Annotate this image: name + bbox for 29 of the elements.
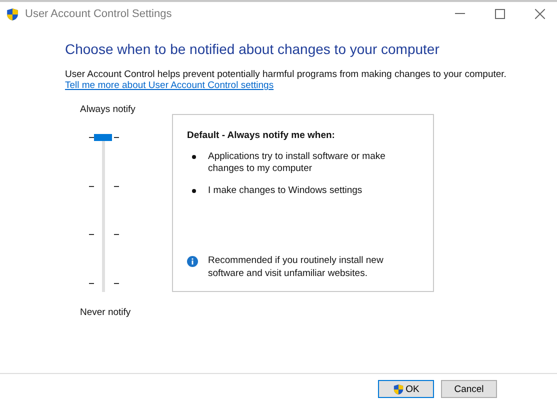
minimize-icon[interactable]	[455, 13, 465, 15]
bullet-text: Applications try to install software or make changes to my computer	[208, 151, 386, 175]
shield-icon	[6, 8, 19, 20]
bullet-dot	[192, 155, 196, 159]
ok-button[interactable]: OK	[378, 380, 434, 398]
bullet-text: I make changes to Windows settings	[208, 184, 362, 197]
page-heading: Choose when to be notified about changes to your computer	[65, 41, 440, 57]
tick-mark	[114, 186, 119, 187]
description-text: User Account Control helps prevent potentially harmful programs from making changes to your computer.	[65, 69, 508, 80]
maximize-icon[interactable]	[495, 9, 505, 19]
panel-title: Default - Always notify me when:	[187, 130, 336, 141]
tick-mark	[89, 186, 94, 187]
close-icon[interactable]	[535, 9, 545, 19]
tick-mark	[114, 234, 119, 235]
tick-mark	[89, 283, 94, 284]
slider-bottom-label: Never notify	[80, 307, 131, 318]
note-text: Recommended if you routinely install new software and visit unfamiliar websites.	[208, 255, 384, 281]
bullet-dot	[192, 188, 196, 193]
slider-top-label: Always notify	[80, 104, 136, 115]
tick-mark	[89, 234, 94, 235]
tick-mark	[114, 137, 119, 138]
cancel-button[interactable]: Cancel	[441, 380, 497, 398]
window-title: User Account Control Settings	[25, 8, 173, 20]
help-link[interactable]: Tell me more about User Account Control settings	[65, 80, 274, 91]
shield-icon	[392, 384, 404, 394]
tick-mark	[89, 137, 94, 138]
info-icon	[187, 256, 198, 268]
slider-thumb[interactable]	[94, 134, 112, 141]
tick-mark	[114, 283, 119, 284]
